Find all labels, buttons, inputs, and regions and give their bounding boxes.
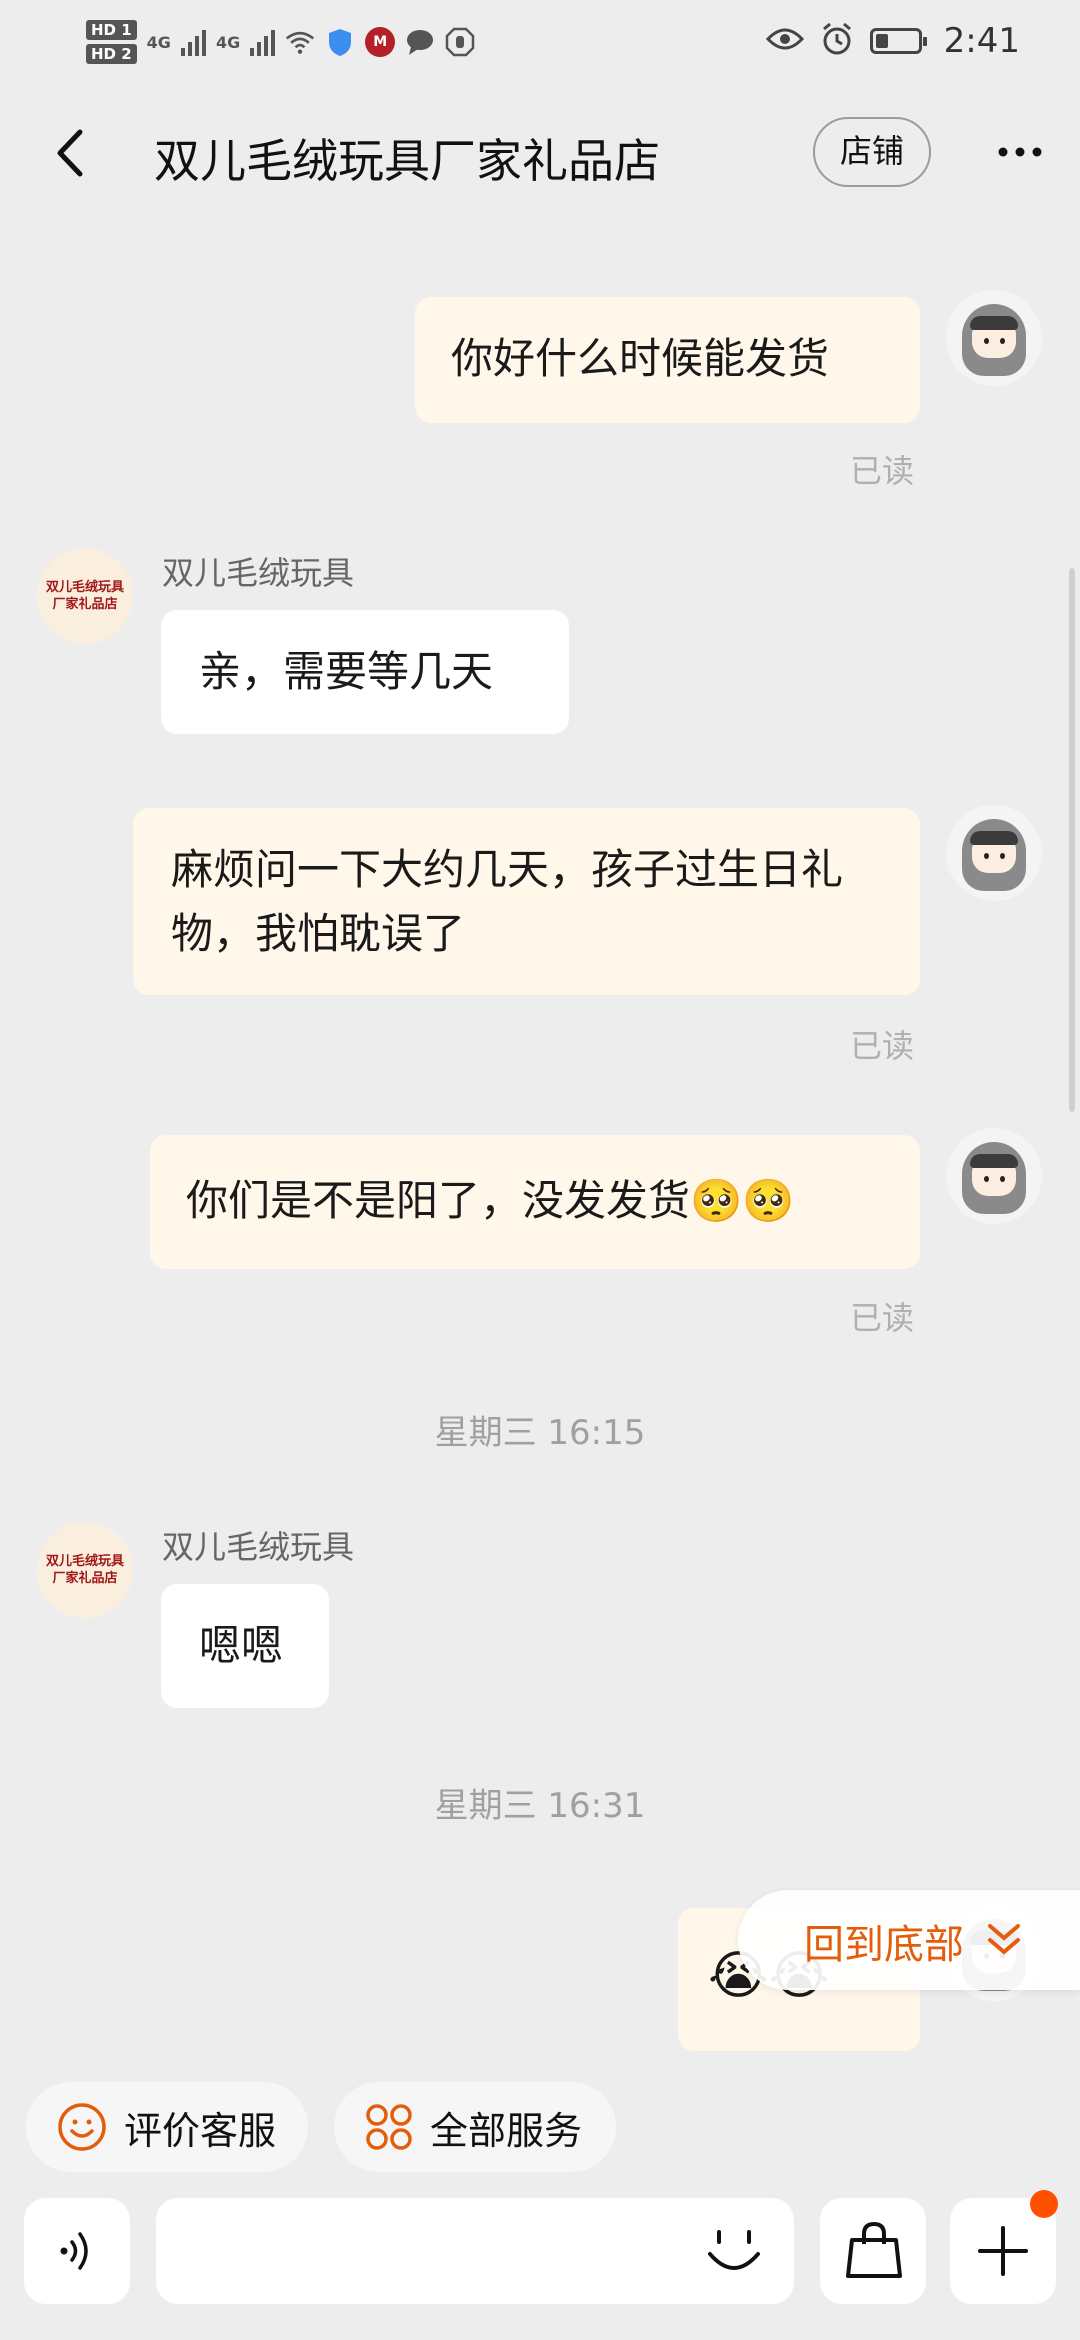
- signal1-label: 4G: [146, 32, 171, 52]
- shopping-bag-button[interactable]: [820, 2198, 926, 2304]
- hand-icon: [445, 27, 475, 57]
- more-icon: [998, 147, 1042, 157]
- message-bubble-me[interactable]: 你好什么时候能发货: [415, 297, 920, 423]
- pleading-emoji: 🥺🥺: [690, 1176, 795, 1225]
- voice-icon: [60, 2232, 88, 2270]
- timestamp: 星期三 16:31: [434, 1786, 646, 1826]
- message-bubble-me[interactable]: 你们是不是阳了，没发发货🥺🥺: [150, 1135, 920, 1269]
- user-avatar[interactable]: [946, 805, 1042, 901]
- read-status: 已读: [850, 1299, 915, 1337]
- message-text: 嗯嗯: [199, 1621, 284, 1670]
- voice-button[interactable]: [24, 2198, 130, 2304]
- message-bubble-shop[interactable]: 亲，需要等几天: [161, 610, 569, 734]
- user-avatar[interactable]: [946, 1128, 1042, 1224]
- shop-button[interactable]: 店铺: [813, 117, 931, 187]
- chat-header: 双儿毛绒玩具厂家礼品店 店铺: [0, 100, 1080, 210]
- back-button[interactable]: [50, 126, 100, 182]
- alarm-icon: [820, 22, 854, 60]
- smile-icon: [58, 2103, 106, 2151]
- app-icon: M: [365, 27, 396, 57]
- hd1-badge: HD 1: [86, 20, 137, 40]
- all-services-button[interactable]: 全部服务: [334, 2082, 616, 2172]
- sender-name: 双儿毛绒玩具: [162, 554, 355, 592]
- shop-avatar-text: 双儿毛绒玩具厂家礼品店: [45, 1554, 124, 1586]
- message-input[interactable]: [156, 2198, 794, 2304]
- back-arrow-icon: [57, 129, 83, 177]
- scroll-to-bottom-button[interactable]: 回到底部: [738, 1890, 1080, 1990]
- sender-name: 双儿毛绒玩具: [162, 1528, 355, 1566]
- grid-icon: [366, 2104, 412, 2150]
- notification-dot: [1030, 2190, 1058, 2218]
- scrollbar[interactable]: [1069, 568, 1075, 1112]
- read-status: 已读: [850, 1027, 915, 1065]
- shop-avatar[interactable]: 双儿毛绒玩具厂家礼品店: [37, 548, 133, 644]
- message-text: 亲，需要等几天: [199, 647, 494, 696]
- shop-avatar[interactable]: 双儿毛绒玩具厂家礼品店: [37, 1522, 133, 1618]
- chevron-double-down-icon: [988, 1924, 1020, 1955]
- input-bar: [0, 2180, 1080, 2340]
- user-avatar[interactable]: [946, 290, 1042, 386]
- signal2-icon: [250, 28, 276, 56]
- message-text: 麻烦问一下大约几天，孩子过生日礼物，我怕耽误了: [171, 845, 844, 958]
- message-icon: [405, 27, 435, 57]
- hd2-badge: HD 2: [86, 44, 137, 64]
- shield-icon: [325, 27, 355, 57]
- wifi-icon: [285, 27, 315, 57]
- shopping-bag-icon: [846, 2221, 902, 2278]
- read-status: 已读: [850, 452, 915, 490]
- message-bubble-me[interactable]: 麻烦问一下大约几天，孩子过生日礼物，我怕耽误了: [133, 808, 920, 995]
- shop-avatar-text: 双儿毛绒玩具厂家礼品店: [45, 580, 124, 612]
- battery-icon: [869, 28, 927, 54]
- message-text: 你们是不是阳了，没发发货: [186, 1176, 691, 1225]
- message-bubble-shop[interactable]: 嗯嗯: [161, 1584, 329, 1708]
- emoji-icon[interactable]: [704, 2226, 764, 2280]
- more-button[interactable]: [990, 122, 1050, 182]
- page-title: 双儿毛绒玩具厂家礼品店: [154, 134, 660, 188]
- all-services-label: 全部服务: [430, 2108, 583, 2153]
- plus-icon: [978, 2226, 1028, 2276]
- signal2-label: 4G: [215, 32, 241, 52]
- timestamp: 星期三 16:15: [434, 1413, 646, 1453]
- message-text: 你好什么时候能发货: [451, 334, 830, 383]
- eye-icon: [765, 27, 804, 55]
- rate-service-label: 评价客服: [124, 2108, 277, 2153]
- status-bar: HD 1 HD 2 4G 4G M 2:41: [0, 0, 1080, 84]
- scroll-to-bottom-label: 回到底部: [804, 1922, 964, 1968]
- clock: 2:41: [943, 21, 1020, 61]
- rate-service-button[interactable]: 评价客服: [26, 2082, 308, 2172]
- plus-button[interactable]: [950, 2190, 1058, 2304]
- signal1-icon: [180, 28, 206, 56]
